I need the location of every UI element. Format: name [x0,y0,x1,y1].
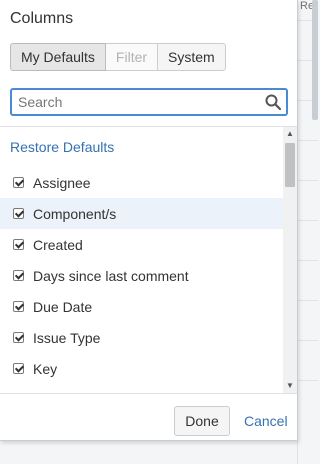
list-item-label: Created [33,236,83,253]
search-icon[interactable] [264,93,282,111]
background-row-line [298,180,318,181]
list-item[interactable]: Key [0,353,283,384]
list-item[interactable]: Days since last comment [0,260,283,291]
checkbox[interactable] [13,177,24,188]
list-item-partial[interactable] [0,384,283,393]
checkbox[interactable] [13,208,24,219]
column-config-tabs: My Defaults Filter System [10,43,226,71]
checkbox[interactable] [13,239,24,250]
background-row-line [298,300,318,301]
checkbox[interactable] [13,332,24,343]
list-scrollbar[interactable]: ▲ ▼ [283,127,297,393]
list-item-label: Assignee [33,174,91,191]
list-item[interactable]: Due Date [0,291,283,322]
list-item[interactable]: Assignee [0,167,283,198]
scroll-down-arrow-icon[interactable]: ▼ [283,379,297,393]
restore-defaults-link[interactable]: Restore Defaults [10,139,114,155]
checkbox[interactable] [13,301,24,312]
list-item[interactable]: Created [0,229,283,260]
footer-divider [0,393,297,394]
background-row-line [298,380,318,381]
tab-my-defaults[interactable]: My Defaults [10,43,106,71]
search-box [10,88,288,116]
list-item[interactable]: Component/s [0,198,283,229]
tab-system[interactable]: System [157,43,226,71]
done-button[interactable]: Done [174,406,230,436]
checkbox[interactable] [13,363,24,374]
list-item-label: Days since last comment [33,267,189,284]
background-row-line [298,220,318,221]
list-item-label: Issue Type [33,329,101,346]
background-row-line [298,140,318,141]
column-list: Restore Defaults Assignee Component/s Cr… [0,127,297,393]
dialog-title: Columns [10,10,74,27]
background-scrollbar[interactable] [312,0,318,120]
columns-dialog: Columns My Defaults Filter System Restor… [0,0,298,441]
list-item-label: Component/s [33,205,117,222]
background-row-line [298,260,318,261]
list-item-label: Due Date [33,298,93,315]
cancel-link[interactable]: Cancel [244,413,288,429]
list-item[interactable]: Issue Type [0,322,283,353]
list-item-label: Key [33,360,58,377]
tab-filter: Filter [105,43,158,71]
checkbox[interactable] [13,270,24,281]
background-row-line [298,340,318,341]
scroll-up-arrow-icon[interactable]: ▲ [283,127,297,141]
scrollbar-thumb[interactable] [285,143,295,187]
search-input[interactable] [12,91,264,113]
